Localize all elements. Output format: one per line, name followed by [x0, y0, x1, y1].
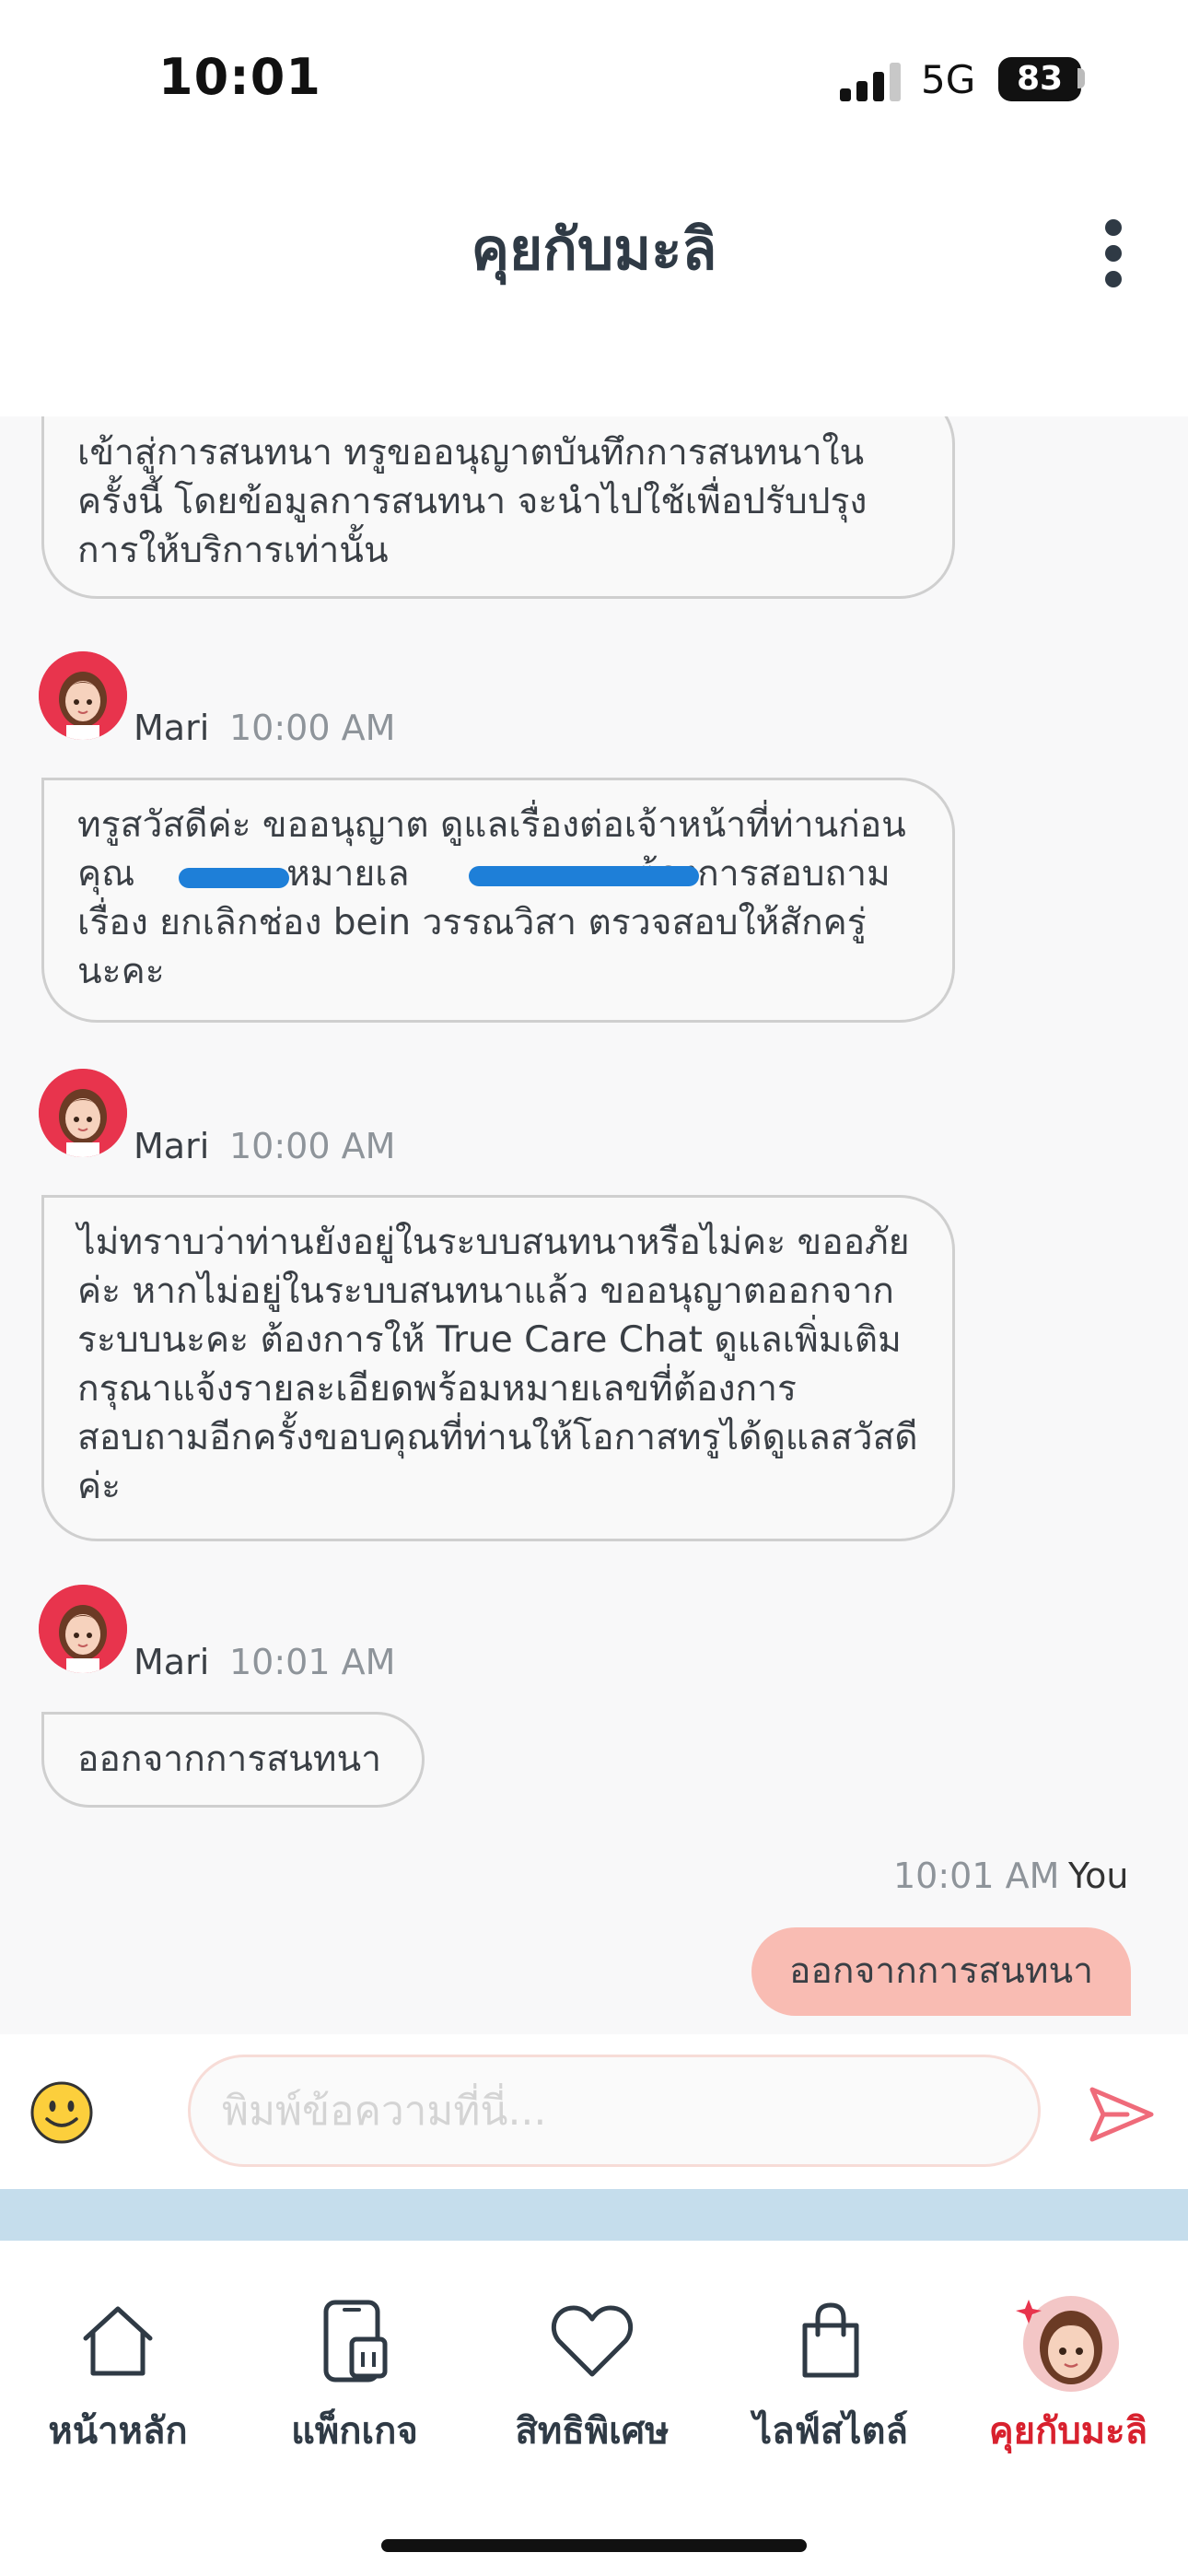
message-time: 10:00 AM [229, 708, 396, 748]
nav-label: ไลฟ์สไตล์ [753, 2410, 908, 2453]
message-line: ทรูสวัสดีค่ะ ขออนุญาต ดูแลเรื่องต่อเจ้าห… [77, 804, 906, 846]
nav-item-chat-mali[interactable]: คุยกับมะลิ [962, 2281, 1174, 2460]
nav-item-privileges[interactable]: สิทธิพิเศษ [486, 2281, 698, 2460]
home-icon [83, 2306, 153, 2376]
status-bar: 10:01 5G 83 [0, 0, 1188, 157]
redaction-mark [179, 868, 289, 888]
message-text: ออกจากการสนทนา [77, 1739, 382, 1780]
sender-name: Mari [134, 708, 210, 748]
chat-transcript[interactable]: เข้าสู่การสนทนา ทรูขออนุญาตบันทึกการสนทน… [0, 416, 1188, 2034]
bot-message-bubble: ออกจากการสนทนา [41, 1712, 425, 1808]
phone-sim-icon [323, 2300, 388, 2383]
more-vertical-icon[interactable] [1098, 217, 1131, 291]
mali-avatar [39, 1585, 127, 1673]
nav-item-home[interactable]: หน้าหลัก [12, 2281, 224, 2460]
battery-icon: 83 [998, 57, 1081, 101]
message-time: 10:01 AM [893, 1856, 1060, 1896]
sender-name: Mari [134, 1642, 210, 1682]
nav-label: สิทธิพิเศษ [515, 2410, 670, 2453]
user-message-bubble: ออกจากการสนทนา [751, 1927, 1131, 2016]
shopping-bag-icon [802, 2302, 859, 2378]
send-icon[interactable] [1087, 2084, 1157, 2145]
nav-label: แพ็กเกจ [291, 2410, 418, 2453]
redaction-mark [469, 866, 699, 886]
message-text: เข้าสู่การสนทนา ทรูขออนุญาตบันทึกการสนทน… [77, 432, 868, 571]
signal-icon [840, 63, 904, 101]
bottom-nav: หน้าหลัก แพ็กเกจ สิทธิพิเศษ ไลฟ์สไตล์ คุ… [0, 2241, 1188, 2576]
nav-label: หน้าหลัก [48, 2410, 188, 2453]
divider-strip [0, 2189, 1188, 2241]
message-time: 10:00 AM [229, 1126, 396, 1166]
battery-level: 83 [1016, 60, 1064, 98]
message-text: คุณ [77, 853, 135, 895]
nav-item-lifestyle[interactable]: ไลฟ์สไตล์ [725, 2281, 937, 2460]
emoji-icon[interactable] [29, 2080, 94, 2145]
message-text: หมายเล [286, 853, 410, 895]
composer-bar [0, 2034, 1188, 2189]
page-title: คุยกับมะลิ [471, 216, 717, 283]
chat-header: คุยกับมะลิ [0, 157, 1188, 418]
message-time: 10:01 AM [229, 1642, 396, 1682]
bot-message-bubble: เข้าสู่การสนทนา ทรูขออนุญาตบันทึกการสนทน… [41, 416, 955, 599]
mali-avatar-icon [1016, 2296, 1119, 2392]
network-type: 5G [921, 57, 976, 102]
bot-message-bubble: ไม่ทราบว่าท่านยังอยู่ในระบบสนทนาหรือไม่ค… [41, 1195, 955, 1541]
message-input[interactable] [188, 2055, 1041, 2167]
sender-name: Mari [134, 1126, 210, 1166]
bot-message-bubble: ทรูสวัสดีค่ะ ขออนุญาต ดูแลเรื่องต่อเจ้าห… [41, 778, 955, 1023]
nav-label: คุยกับมะลิ [988, 2410, 1148, 2453]
message-line: เรื่อง ยกเลิกช่อง bein วรรณวิสา ตรวจสอบใ… [77, 902, 867, 943]
mali-avatar [39, 1069, 127, 1157]
home-indicator [381, 2539, 807, 2552]
message-text: ไม่ทราบว่าท่านยังอยู่ในระบบสนทนาหรือไม่ค… [77, 1222, 918, 1507]
mali-avatar [39, 651, 127, 740]
battery-tip [1077, 68, 1085, 88]
message-line: คุณ หมายเล ต้องการสอบถาม [77, 849, 919, 898]
nav-item-package[interactable]: แพ็กเกจ [249, 2281, 460, 2460]
message-line: นะคะ [77, 951, 165, 992]
heart-icon [552, 2305, 633, 2377]
sender-name: You [1068, 1856, 1129, 1896]
status-time: 10:01 [158, 48, 321, 106]
